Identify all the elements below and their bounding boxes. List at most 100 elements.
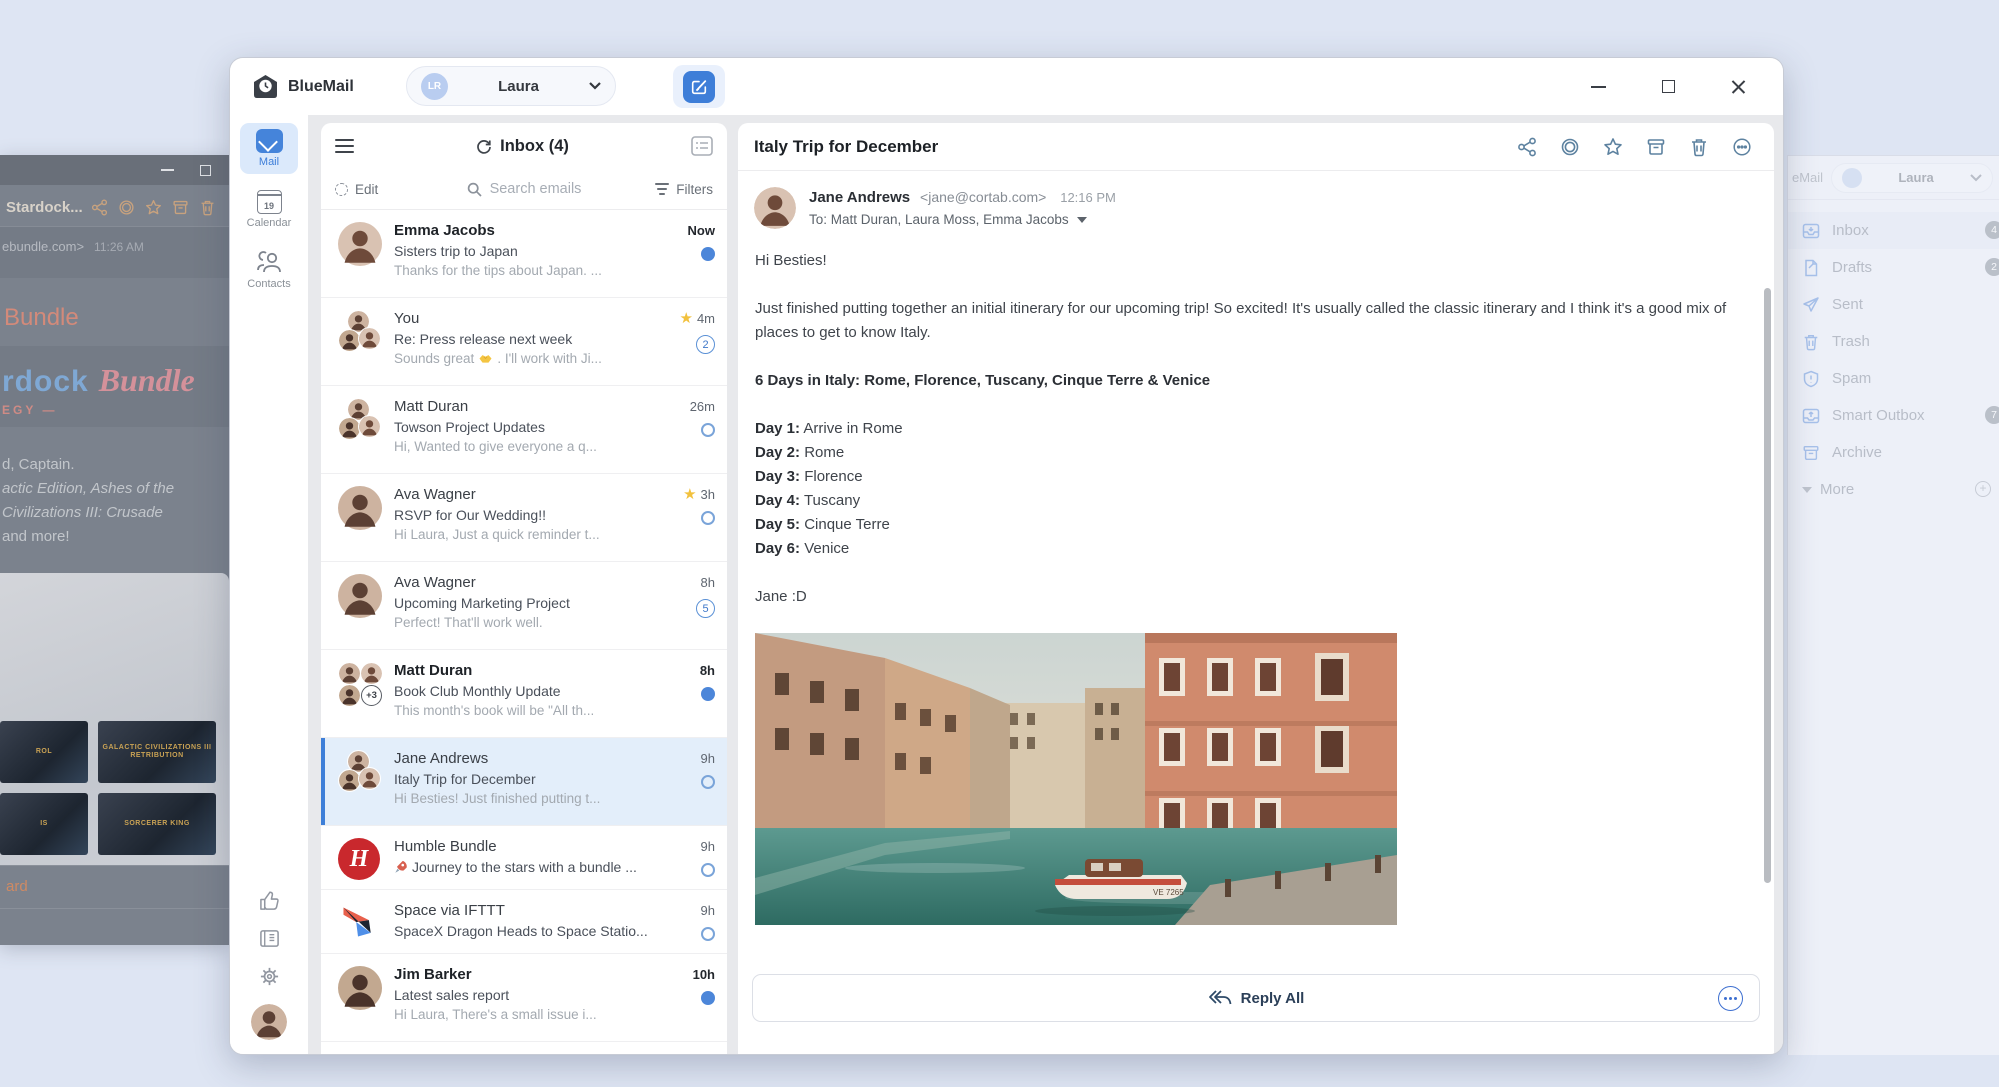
minimize-icon[interactable] [161,169,174,171]
reply-all-button[interactable]: Reply All [752,974,1760,1022]
read-circle[interactable] [701,927,715,941]
unread-dot[interactable] [701,247,715,261]
left-window-titlebar [0,155,229,185]
reading-mode-icon[interactable] [691,136,713,156]
thread-count-badge[interactable]: 5 [696,599,715,618]
folder-item-trash[interactable]: Trash [1788,323,1999,360]
minimize-button[interactable] [1583,72,1613,102]
read-circle[interactable] [701,423,715,437]
trash-icon[interactable] [199,199,216,216]
list-item[interactable]: HHumble Bundle Journey to the stars with… [321,826,727,890]
list-item[interactable]: Ava WagnerRSVP for Our Wedding!!Hi Laura… [321,474,727,562]
itinerary-day: Day 3: Florence [755,465,1744,489]
thread-count-badge[interactable]: 2 [696,335,715,354]
user-avatar[interactable] [251,1004,287,1040]
news-icon[interactable] [259,928,280,949]
folder-item-spam[interactable]: Spam [1788,360,1999,397]
list-item[interactable]: YouRe: Press release next weekSounds gre… [321,298,727,386]
sender-name: Jim Barker [394,966,647,983]
list-item[interactable]: +3Matt DuranBook Club Monthly UpdateThis… [321,650,727,738]
email-preview: Sounds great . I'll work with Ji... [394,351,647,366]
star-icon[interactable] [145,199,162,216]
rail-tab-calendar[interactable]: 19 Calendar [240,184,298,235]
share-icon[interactable] [91,199,108,216]
folder-item-drafts[interactable]: Drafts2 [1788,249,1999,286]
list-item[interactable]: Matt DuranTowson Project UpdatesHi, Want… [321,386,727,474]
stardock-bundle-logo: rdock Bundle EGY — [0,346,229,427]
list-item[interactable]: Ava WagnerUpcoming Marketing ProjectPerf… [321,562,727,650]
status-circle-icon[interactable] [1560,137,1580,157]
search-input[interactable]: Search emails [421,181,627,197]
star-icon[interactable]: ★ [679,313,692,325]
filters-button[interactable]: Filters [627,182,713,197]
account-selector[interactable]: LR Laura [406,66,616,106]
folder-item-more[interactable]: More+ [1788,471,1999,508]
email-preview: This month's book will be "All th... [394,703,647,718]
email-subject: Book Club Monthly Update [394,683,647,699]
sender-avatar [338,750,382,794]
star-icon[interactable] [1603,137,1623,157]
status-circle-icon[interactable] [118,199,135,216]
folder-badge: 7 [1985,406,1999,424]
compose-button[interactable] [673,65,725,108]
itinerary-day: Day 5: Cinque Terre [755,513,1744,537]
folder-item-archive[interactable]: Archive [1788,434,1999,471]
add-folder-icon[interactable]: + [1975,481,1991,497]
email-preview: Perfect! That'll work well. [394,615,647,630]
maximize-button[interactable] [1653,72,1683,102]
rail-tab-contacts[interactable]: Contacts [240,245,298,296]
folder-label: Drafts [1832,259,1872,276]
game-cover: SORCERER KING [98,793,216,855]
game-cover: GALACTIC CIVILIZATIONS III RETRIBUTION [98,721,216,783]
close-button[interactable] [1723,72,1753,102]
read-circle[interactable] [701,511,715,525]
folder-item-smart-outbox[interactable]: Smart Outbox7 [1788,397,1999,434]
email-time: ★3h [683,487,715,502]
sender-avatar: +3 [338,662,382,706]
left-email-link[interactable]: ard [6,878,28,895]
archive-icon[interactable] [172,199,189,216]
scrollbar-thumb[interactable] [1764,288,1771,883]
menu-icon[interactable] [335,139,354,153]
account-selector[interactable]: Laura [1831,163,1993,193]
caret-down-icon [1802,487,1812,493]
scrollbar[interactable] [1763,243,1771,874]
avatar [1842,168,1862,188]
read-circle[interactable] [701,863,715,877]
folder-item-sent[interactable]: Sent [1788,286,1999,323]
edit-button[interactable]: Edit [335,182,421,197]
list-item[interactable]: Jane AndrewsItaly Trip for DecemberHi Be… [321,738,727,826]
recipients-row[interactable]: To: Matt Duran, Laura Moss, Emma Jacobs [809,212,1116,227]
app-label-truncated: eMail [1792,170,1823,185]
trash-icon[interactable] [1689,137,1709,157]
left-email-text-line: Civilizations III: Crusade [2,501,223,525]
sender-avatar [338,222,382,266]
star-icon[interactable]: ★ [683,489,696,501]
email-time: 12:16 PM [1060,190,1116,205]
unread-dot[interactable] [701,687,715,701]
list-item[interactable]: Jim BarkerLatest sales reportHi Laura, T… [321,954,727,1042]
list-item[interactable]: Emma JacobsSisters trip to JapanThanks f… [321,210,727,298]
read-circle[interactable] [701,775,715,789]
unread-dot[interactable] [701,991,715,1005]
more-icon[interactable] [1732,137,1752,157]
archive-icon[interactable] [1646,137,1666,157]
email-subject: Upcoming Marketing Project [394,595,647,611]
sender-name: You [394,310,647,327]
folder-item-inbox[interactable]: Inbox4 [1788,212,1999,249]
chevron-down-icon [1970,174,1982,182]
share-icon[interactable] [1517,137,1537,157]
list-item[interactable]: Space via IFTTTSpaceX Dragon Heads to Sp… [321,890,727,954]
sender-line: Jane Andrews <jane@cortab.com> 12:16 PM [809,189,1116,206]
gear-icon[interactable] [259,966,280,987]
refresh-icon[interactable] [476,138,492,154]
thumbs-up-icon[interactable] [259,890,280,911]
email-preview: Hi, Wanted to give everyone a q... [394,439,647,454]
reply-more-button[interactable] [1718,986,1743,1011]
folder-badge: 4 [1985,221,1999,239]
contacts-icon [256,251,282,275]
rail-tab-mail[interactable]: Mail [240,123,298,174]
email-subject: Towson Project Updates [394,419,647,435]
email-preview: Hi Besties! Just finished putting t... [394,791,647,806]
maximize-icon[interactable] [200,165,211,176]
